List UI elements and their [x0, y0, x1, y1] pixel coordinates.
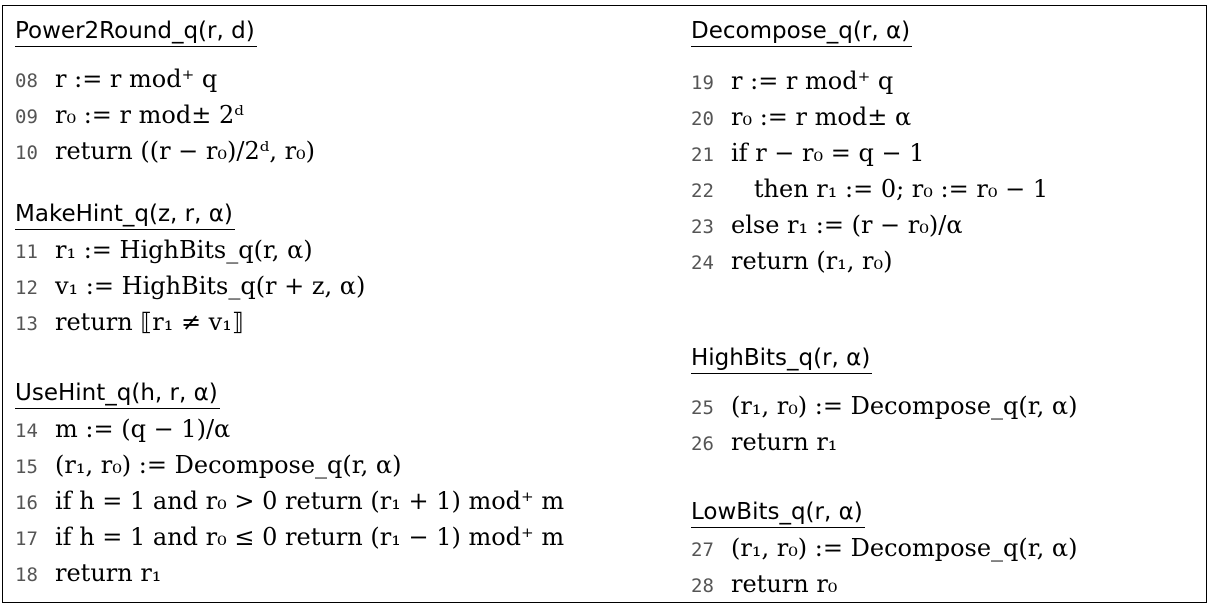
- code-text: r := r mod⁺ q: [55, 65, 218, 93]
- line-number: 23: [691, 216, 714, 238]
- code-text: m := (q − 1)/α: [55, 415, 231, 443]
- line-number: 22: [691, 180, 714, 202]
- code-line: 25 (r₁, r₀) := Decompose_q(r, α): [691, 391, 1077, 423]
- line-number: 25: [691, 397, 714, 419]
- code-text: r₀ := r mod± 2ᵈ: [55, 101, 244, 129]
- code-line: 16 if h = 1 and r₀ > 0 return (r₁ + 1) mo…: [15, 486, 564, 518]
- procedure-title: HighBits_q(r, α): [691, 343, 873, 374]
- code-text: else r₁ := (r − r₀)/α: [731, 211, 963, 239]
- procedure-title: LowBits_q(r, α): [691, 497, 865, 528]
- code-text: (r₁, r₀) := Decompose_q(r, α): [55, 451, 402, 479]
- line-number: 24: [691, 252, 714, 274]
- code-line: 21 if r − r₀ = q − 1: [691, 138, 925, 170]
- code-line: 27 (r₁, r₀) := Decompose_q(r, α): [691, 533, 1077, 565]
- procedure-highbits: HighBits_q(r, α) 25 (r₁, r₀) := Decompose…: [691, 343, 1191, 463]
- procedure-usehint: UseHint_q(h, r, α) 14 m := (q − 1)/α 15 (r…: [15, 378, 695, 598]
- code-line: 12 v₁ := HighBits_q(r + z, α): [15, 271, 365, 303]
- line-number: 17: [15, 528, 38, 550]
- code-text: r₁ := HighBits_q(r, α): [55, 236, 313, 264]
- code-line: 08 r := r mod⁺ q: [15, 64, 217, 96]
- code-line: 26 return r₁: [691, 427, 837, 459]
- code-line: 20 r₀ := r mod± α: [691, 102, 911, 134]
- procedure-title: Power2Round_q(r, d): [15, 16, 257, 47]
- procedure-power2round: Power2Round_q(r, d) 08 r := r mod⁺ q 09 r₀…: [15, 16, 675, 165]
- line-number: 15: [15, 456, 38, 478]
- line-number: 13: [15, 313, 38, 335]
- line-number: 27: [691, 539, 714, 561]
- line-number: 11: [15, 241, 38, 263]
- line-number: 26: [691, 433, 714, 455]
- line-number: 20: [691, 108, 714, 130]
- code-line: 14 m := (q − 1)/α: [15, 414, 230, 446]
- code-line: 10 return ((r − r₀)/2ᵈ, r₀): [15, 136, 315, 168]
- line-number: 12: [15, 277, 38, 299]
- code-text: return ((r − r₀)/2ᵈ, r₀): [55, 137, 316, 165]
- line-number: 28: [691, 575, 714, 597]
- code-text: r := r mod⁺ q: [731, 67, 894, 95]
- code-text: return r₀: [731, 570, 838, 598]
- line-number: 08: [15, 70, 38, 92]
- line-number: 19: [691, 72, 714, 94]
- code-text: if h = 1 and r₀ ≤ 0 return (r₁ − 1) mod⁺…: [55, 523, 565, 551]
- code-text: if h = 1 and r₀ > 0 return (r₁ + 1) mod⁺…: [55, 487, 565, 515]
- code-line: 24 return (r₁, r₀): [691, 246, 893, 278]
- code-text: (r₁, r₀) := Decompose_q(r, α): [731, 534, 1078, 562]
- code-text: v₁ := HighBits_q(r + z, α): [55, 272, 366, 300]
- code-text: if r − r₀ = q − 1: [731, 139, 925, 167]
- procedure-decompose: Decompose_q(r, α) 19 r := r mod⁺ q 20 r₀ :…: [691, 16, 1191, 276]
- code-text: return (r₁, r₀): [731, 247, 893, 275]
- algorithm-box: Power2Round_q(r, d) 08 r := r mod⁺ q 09 r₀…: [2, 5, 1207, 603]
- line-number: 10: [15, 142, 38, 164]
- code-text: (r₁, r₀) := Decompose_q(r, α): [731, 392, 1078, 420]
- code-line: 17 if h = 1 and r₀ ≤ 0 return (r₁ − 1) mo…: [15, 522, 564, 554]
- code-text: return ⟦r₁ ≠ v₁⟧: [55, 308, 244, 336]
- line-number: 21: [691, 144, 714, 166]
- line-number: 09: [15, 106, 38, 128]
- procedure-title: MakeHint_q(z, r, α): [15, 199, 235, 230]
- code-line: 23 else r₁ := (r − r₀)/α: [691, 210, 963, 242]
- code-text: return r₁: [731, 428, 838, 456]
- code-line: 28 return r₀: [691, 569, 837, 601]
- procedure-makehint: MakeHint_q(z, r, α) 11 r₁ := HighBits_q(r…: [15, 199, 675, 339]
- procedure-title: UseHint_q(h, r, α): [15, 378, 220, 409]
- code-line: 15 (r₁, r₀) := Decompose_q(r, α): [15, 450, 401, 482]
- procedure-lowbits: LowBits_q(r, α) 27 (r₁, r₀) := Decompose_…: [691, 497, 1191, 602]
- code-text: r₀ := r mod± α: [731, 103, 912, 131]
- line-number: 14: [15, 420, 38, 442]
- line-number: 16: [15, 492, 38, 514]
- code-text: return r₁: [55, 559, 162, 587]
- code-line: 22 then r₁ := 0; r₀ := r₀ − 1: [691, 174, 1048, 206]
- code-text: then r₁ := 0; r₀ := r₀ − 1: [731, 175, 1049, 203]
- code-line: 11 r₁ := HighBits_q(r, α): [15, 235, 313, 267]
- code-line: 13 return ⟦r₁ ≠ v₁⟧: [15, 307, 244, 339]
- procedure-title: Decompose_q(r, α): [691, 16, 913, 47]
- line-number: 18: [15, 564, 38, 586]
- code-line: 09 r₀ := r mod± 2ᵈ: [15, 100, 244, 132]
- code-line: 18 return r₁: [15, 558, 161, 590]
- code-line: 19 r := r mod⁺ q: [691, 66, 893, 98]
